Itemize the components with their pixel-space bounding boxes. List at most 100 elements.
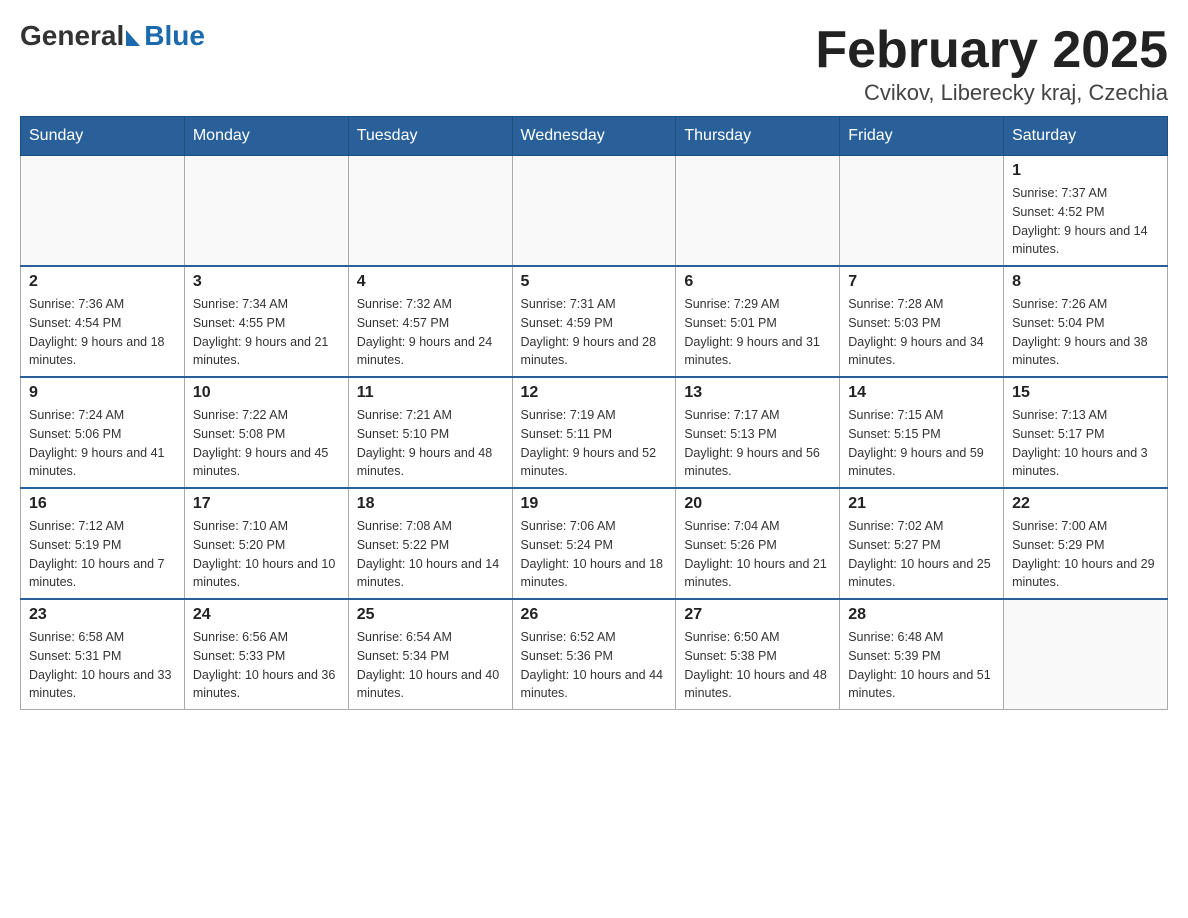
day-info: Sunrise: 7:37 AMSunset: 4:52 PMDaylight:… <box>1012 184 1159 259</box>
calendar-cell: 9Sunrise: 7:24 AMSunset: 5:06 PMDaylight… <box>21 377 185 488</box>
day-info: Sunrise: 6:58 AMSunset: 5:31 PMDaylight:… <box>29 628 176 703</box>
day-info: Sunrise: 6:50 AMSunset: 5:38 PMDaylight:… <box>684 628 831 703</box>
calendar-cell: 1 Sunrise: 7:37 AMSunset: 4:52 PMDaylight… <box>1004 156 1168 267</box>
day-info: Sunrise: 7:06 AMSunset: 5:24 PMDaylight:… <box>521 517 668 592</box>
day-number: 8 <box>1012 273 1159 291</box>
day-info: Sunrise: 7:04 AMSunset: 5:26 PMDaylight:… <box>684 517 831 592</box>
weekday-header-row: SundayMondayTuesdayWednesdayThursdayFrid… <box>21 117 1168 156</box>
day-number: 18 <box>357 495 504 513</box>
calendar-cell: 24 Sunrise: 6:56 AMSunset: 5:33 PMDayligh… <box>184 599 348 710</box>
day-number: 28 <box>848 606 995 624</box>
day-number: 13 <box>684 384 831 402</box>
calendar-cell: 20 Sunrise: 7:04 AMSunset: 5:26 PMDayligh… <box>676 488 840 599</box>
day-info: Sunrise: 7:22 AMSunset: 5:08 PMDaylight:… <box>193 406 340 481</box>
day-number: 22 <box>1012 495 1159 513</box>
day-number: 23 <box>29 606 176 624</box>
day-info: Sunrise: 7:00 AMSunset: 5:29 PMDaylight:… <box>1012 517 1159 592</box>
weekday-header-thursday: Thursday <box>676 117 840 156</box>
calendar-cell <box>512 156 676 267</box>
calendar-cell: 2 Sunrise: 7:36 AMSunset: 4:54 PMDaylight… <box>21 266 185 377</box>
logo-triangle-icon <box>126 30 140 46</box>
day-info: Sunrise: 7:21 AMSunset: 5:10 PMDaylight:… <box>357 406 504 481</box>
day-number: 20 <box>684 495 831 513</box>
day-info: Sunrise: 7:24 AMSunset: 5:06 PMDaylight:… <box>29 406 176 481</box>
day-number: 5 <box>521 273 668 291</box>
calendar-cell: 27 Sunrise: 6:50 AMSunset: 5:38 PMDayligh… <box>676 599 840 710</box>
calendar-cell <box>840 156 1004 267</box>
calendar-cell: 13 Sunrise: 7:17 AMSunset: 5:13 PMDayligh… <box>676 377 840 488</box>
month-title: February 2025 <box>815 20 1168 80</box>
calendar-cell <box>348 156 512 267</box>
logo: General Blue <box>20 20 205 52</box>
day-number: 3 <box>193 273 340 291</box>
day-number: 7 <box>848 273 995 291</box>
day-info: Sunrise: 6:52 AMSunset: 5:36 PMDaylight:… <box>521 628 668 703</box>
day-number: 25 <box>357 606 504 624</box>
day-info: Sunrise: 7:08 AMSunset: 5:22 PMDaylight:… <box>357 517 504 592</box>
weekday-header-monday: Monday <box>184 117 348 156</box>
weekday-header-friday: Friday <box>840 117 1004 156</box>
day-number: 27 <box>684 606 831 624</box>
day-info: Sunrise: 7:15 AMSunset: 5:15 PMDaylight:… <box>848 406 995 481</box>
calendar-cell: 18 Sunrise: 7:08 AMSunset: 5:22 PMDayligh… <box>348 488 512 599</box>
calendar-cell: 11 Sunrise: 7:21 AMSunset: 5:10 PMDayligh… <box>348 377 512 488</box>
header: General Blue February 2025 Cvikov, Liber… <box>20 20 1168 106</box>
calendar-cell: 25 Sunrise: 6:54 AMSunset: 5:34 PMDayligh… <box>348 599 512 710</box>
calendar-cell <box>676 156 840 267</box>
week-row-3: 9Sunrise: 7:24 AMSunset: 5:06 PMDaylight… <box>21 377 1168 488</box>
title-area: February 2025 Cvikov, Liberecky kraj, Cz… <box>815 20 1168 106</box>
calendar-cell <box>184 156 348 267</box>
week-row-2: 2 Sunrise: 7:36 AMSunset: 4:54 PMDaylight… <box>21 266 1168 377</box>
calendar-cell: 26Sunrise: 6:52 AMSunset: 5:36 PMDayligh… <box>512 599 676 710</box>
logo-blue-text: Blue <box>144 20 205 52</box>
weekday-header-saturday: Saturday <box>1004 117 1168 156</box>
calendar-cell: 6Sunrise: 7:29 AMSunset: 5:01 PMDaylight… <box>676 266 840 377</box>
calendar-cell: 14 Sunrise: 7:15 AMSunset: 5:15 PMDayligh… <box>840 377 1004 488</box>
day-number: 24 <box>193 606 340 624</box>
day-info: Sunrise: 7:17 AMSunset: 5:13 PMDaylight:… <box>684 406 831 481</box>
calendar-cell: 21 Sunrise: 7:02 AMSunset: 5:27 PMDayligh… <box>840 488 1004 599</box>
calendar-cell: 12Sunrise: 7:19 AMSunset: 5:11 PMDayligh… <box>512 377 676 488</box>
calendar-cell: 15 Sunrise: 7:13 AMSunset: 5:17 PMDayligh… <box>1004 377 1168 488</box>
day-info: Sunrise: 7:28 AMSunset: 5:03 PMDaylight:… <box>848 295 995 370</box>
day-info: Sunrise: 7:10 AMSunset: 5:20 PMDaylight:… <box>193 517 340 592</box>
week-row-5: 23 Sunrise: 6:58 AMSunset: 5:31 PMDayligh… <box>21 599 1168 710</box>
calendar-cell: 16Sunrise: 7:12 AMSunset: 5:19 PMDayligh… <box>21 488 185 599</box>
calendar-cell: 17 Sunrise: 7:10 AMSunset: 5:20 PMDayligh… <box>184 488 348 599</box>
calendar-cell: 19 Sunrise: 7:06 AMSunset: 5:24 PMDayligh… <box>512 488 676 599</box>
calendar-cell: 23 Sunrise: 6:58 AMSunset: 5:31 PMDayligh… <box>21 599 185 710</box>
day-info: Sunrise: 7:36 AMSunset: 4:54 PMDaylight:… <box>29 295 176 370</box>
day-info: Sunrise: 6:56 AMSunset: 5:33 PMDaylight:… <box>193 628 340 703</box>
week-row-1: 1 Sunrise: 7:37 AMSunset: 4:52 PMDaylight… <box>21 156 1168 267</box>
day-number: 4 <box>357 273 504 291</box>
calendar-cell: 10Sunrise: 7:22 AMSunset: 5:08 PMDayligh… <box>184 377 348 488</box>
calendar-cell: 7 Sunrise: 7:28 AMSunset: 5:03 PMDaylight… <box>840 266 1004 377</box>
day-number: 6 <box>684 273 831 291</box>
day-number: 1 <box>1012 162 1159 180</box>
day-number: 11 <box>357 384 504 402</box>
day-number: 19 <box>521 495 668 513</box>
calendar-cell: 22 Sunrise: 7:00 AMSunset: 5:29 PMDayligh… <box>1004 488 1168 599</box>
day-info: Sunrise: 7:13 AMSunset: 5:17 PMDaylight:… <box>1012 406 1159 481</box>
weekday-header-wednesday: Wednesday <box>512 117 676 156</box>
calendar-cell: 4 Sunrise: 7:32 AMSunset: 4:57 PMDaylight… <box>348 266 512 377</box>
day-info: Sunrise: 6:48 AMSunset: 5:39 PMDaylight:… <box>848 628 995 703</box>
day-number: 15 <box>1012 384 1159 402</box>
day-number: 21 <box>848 495 995 513</box>
day-info: Sunrise: 6:54 AMSunset: 5:34 PMDaylight:… <box>357 628 504 703</box>
weekday-header-sunday: Sunday <box>21 117 185 156</box>
day-info: Sunrise: 7:02 AMSunset: 5:27 PMDaylight:… <box>848 517 995 592</box>
day-number: 2 <box>29 273 176 291</box>
day-info: Sunrise: 7:32 AMSunset: 4:57 PMDaylight:… <box>357 295 504 370</box>
calendar-cell: 8 Sunrise: 7:26 AMSunset: 5:04 PMDaylight… <box>1004 266 1168 377</box>
day-number: 17 <box>193 495 340 513</box>
location-title: Cvikov, Liberecky kraj, Czechia <box>815 80 1168 106</box>
day-info: Sunrise: 7:34 AMSunset: 4:55 PMDaylight:… <box>193 295 340 370</box>
calendar-cell: 5Sunrise: 7:31 AMSunset: 4:59 PMDaylight… <box>512 266 676 377</box>
day-info: Sunrise: 7:19 AMSunset: 5:11 PMDaylight:… <box>521 406 668 481</box>
day-info: Sunrise: 7:26 AMSunset: 5:04 PMDaylight:… <box>1012 295 1159 370</box>
day-number: 16 <box>29 495 176 513</box>
logo-general-text: General <box>20 20 124 52</box>
calendar-cell: 3 Sunrise: 7:34 AMSunset: 4:55 PMDaylight… <box>184 266 348 377</box>
day-number: 14 <box>848 384 995 402</box>
